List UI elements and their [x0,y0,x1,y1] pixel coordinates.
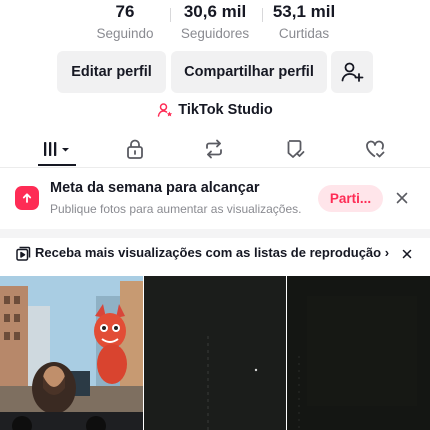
studio-label: TikTok Studio [178,102,273,118]
goal-subtitle: Publique fotos para aumentar as visualiz… [50,202,302,216]
followers-count: 30,6 mil [183,2,247,21]
video-thumbnail[interactable] [144,276,286,430]
close-icon[interactable] [400,247,414,261]
stat-followers[interactable]: 30,6 mil Seguidores [172,0,258,43]
playlist-text: Receba mais visualizações com as listas … [35,245,390,260]
liked-heart-icon [366,140,385,157]
followers-label: Seguidores [180,26,250,41]
profile-stats: 76 Seguindo 30,6 mil Seguidores 53,1 mil… [0,0,430,46]
add-user-icon [341,62,364,82]
tab-saved[interactable] [278,132,312,165]
video-thumbnail-image [287,276,430,430]
video-grid [0,276,430,430]
tiktok-studio-link[interactable]: TikTok Studio [0,100,430,120]
likes-count: 53,1 mil [272,2,336,21]
grid-icon [44,141,69,156]
goal-participate-button[interactable]: Parti... [318,185,383,212]
repost-icon [206,139,222,158]
stat-likes[interactable]: 53,1 mil Curtidas [262,0,346,43]
goal-icon [15,186,39,210]
playlist-banner[interactable]: Receba mais visualizações com as listas … [0,238,430,276]
lock-icon [127,139,143,159]
goal-title: Meta da semana para alcançar [50,180,260,196]
likes-label: Curtidas [278,26,330,41]
playlist-label: Receba mais visualizações com as listas … [35,245,382,260]
tab-private[interactable] [118,132,152,165]
tab-liked[interactable] [358,132,392,165]
following-label: Seguindo [96,26,154,41]
weekly-goal-card: Meta da semana para alcançar Publique fo… [0,176,430,224]
tabs-divider [0,167,430,168]
video-thumbnail-image [144,276,286,430]
section-divider [0,229,430,238]
close-icon [396,192,408,204]
goal-close-button[interactable] [394,190,410,206]
playlist-icon [16,246,31,261]
add-friend-button[interactable] [331,51,373,93]
tab-videos[interactable] [38,132,76,165]
bookmark-icon [287,139,305,158]
video-thumbnail[interactable] [287,276,430,430]
video-thumbnail-image [0,276,143,430]
tab-reposts[interactable] [197,132,231,165]
stat-divider [170,8,171,22]
studio-person-icon [157,103,173,117]
edit-profile-button[interactable]: Editar perfil [57,51,166,93]
following-count: 76 [115,2,135,21]
stat-following[interactable]: 76 Seguindo [85,0,165,43]
active-tab-indicator [38,164,76,166]
profile-tabs [0,132,430,168]
video-thumbnail[interactable] [0,276,143,430]
share-profile-button[interactable]: Compartilhar perfil [171,51,327,93]
